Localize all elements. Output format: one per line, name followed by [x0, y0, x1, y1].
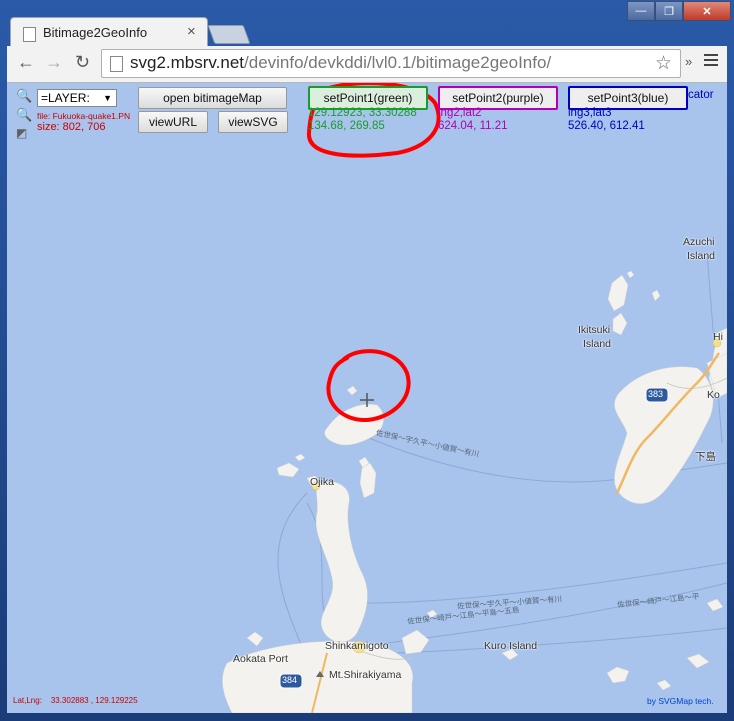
minimize-button[interactable]: — — [627, 1, 655, 21]
page-icon — [23, 27, 36, 42]
point3-xy: 526.40, 612.41 — [568, 120, 645, 132]
new-tab-button[interactable] — [207, 25, 251, 44]
map-label-island: Island — [687, 250, 716, 262]
map-label-shimo: 下島 — [695, 451, 716, 463]
credit-text: by SVGMap tech. — [647, 696, 714, 706]
map-label-ikitsuki: Ikitsuki — [578, 324, 611, 336]
map-label-ojika: Ojika — [310, 476, 334, 488]
page-icon — [110, 56, 123, 72]
projection-text: cator — [688, 89, 714, 101]
map-viewport[interactable]: Azuchi Island Ikitsuki Island Hi Ko 下島 O… — [7, 83, 727, 713]
url-text: svg2.mbsrv.net/devinfo/devkddi/lvl0.1/bi… — [130, 53, 551, 73]
tab-close-icon[interactable]: × — [187, 23, 196, 40]
point3-lnglat: lng3,lat3 — [568, 107, 612, 119]
route-383-shield: 383 — [648, 389, 664, 399]
route-384-shield: 384 — [282, 675, 298, 685]
chevron-down-icon: ▼ — [103, 93, 112, 103]
map-canvas[interactable] — [7, 83, 727, 713]
tab-title: Bitimage2GeoInfo — [43, 25, 148, 40]
back-arrow-icon[interactable]: ← — [17, 52, 35, 73]
latlng-label: Lat,Lng: — [13, 696, 42, 705]
forward-arrow-icon[interactable]: → — [45, 52, 63, 73]
menu-icon[interactable] — [704, 54, 718, 69]
layer-select-value: =LAYER: — [41, 91, 90, 105]
url-host: svg2.mbsrv.net — [130, 53, 245, 72]
layer-select[interactable]: =LAYER: ▼ — [37, 89, 117, 107]
title-bar: Bitimage2GeoInfo × — ❐ ✕ — [0, 0, 734, 47]
point2-xy: 624.04, 11.21 — [438, 120, 508, 132]
file-name-text: file: Fukuoka-quake1.PN — [37, 111, 131, 121]
tab-bitimage2geoinfo[interactable]: Bitimage2GeoInfo × — [10, 17, 208, 47]
view-svg-button[interactable]: viewSVG — [218, 111, 288, 133]
layers-icon[interactable]: ◩ — [16, 126, 27, 140]
view-url-button[interactable]: viewURL — [138, 111, 208, 133]
map-label-kuro: Kuro Island — [484, 640, 538, 652]
map-label-ko: Ko — [707, 389, 720, 401]
point1-lnglat: 129.12923, 33.30288 — [308, 107, 417, 119]
extensions-chevron-icon[interactable]: » — [685, 54, 692, 69]
window-controls: — ❐ ✕ — [627, 1, 731, 21]
map-label-shirakiyama: Mt.Shirakiyama — [329, 669, 402, 681]
zoom-in-icon[interactable]: 🔍 — [16, 88, 32, 104]
address-bar[interactable]: svg2.mbsrv.net/devinfo/devkddi/lvl0.1/bi… — [101, 49, 681, 78]
map-label-hi: Hi — [713, 331, 723, 343]
browser-toolbar: ← → ↻ svg2.mbsrv.net/devinfo/devkddi/lvl… — [7, 46, 727, 83]
browser-window: Bitimage2GeoInfo × — ❐ ✕ ← → ↻ svg2.mbsr… — [0, 0, 734, 721]
latlng-readout: Lat,Lng: 33.302883 , 129.129225 — [13, 696, 138, 705]
map-label-azuchi: Azuchi — [683, 236, 715, 248]
close-button[interactable]: ✕ — [683, 1, 731, 21]
map-label-island: Island — [583, 338, 612, 350]
url-path: /devinfo/devkddi/lvl0.1/bitimage2geoInfo… — [244, 53, 552, 72]
point1-xy: 134.68, 269.85 — [308, 120, 385, 132]
maximize-button[interactable]: ❐ — [655, 1, 683, 21]
zoom-out-icon[interactable]: 🔍 — [16, 107, 32, 123]
image-size-text: size: 802, 706 — [37, 121, 106, 133]
point2-lnglat: lng2,lat2 — [438, 107, 482, 119]
open-bitimage-map-button[interactable]: open bitimageMap — [138, 87, 287, 109]
reload-icon[interactable]: ↻ — [75, 52, 90, 73]
latlng-value: 33.302883 , 129.129225 — [50, 696, 138, 705]
map-label-aokata: Aokata Port — [233, 653, 288, 665]
map-label-shinkamigoto: Shinkamigoto — [325, 640, 389, 652]
bookmark-star-icon[interactable]: ☆ — [655, 52, 672, 75]
